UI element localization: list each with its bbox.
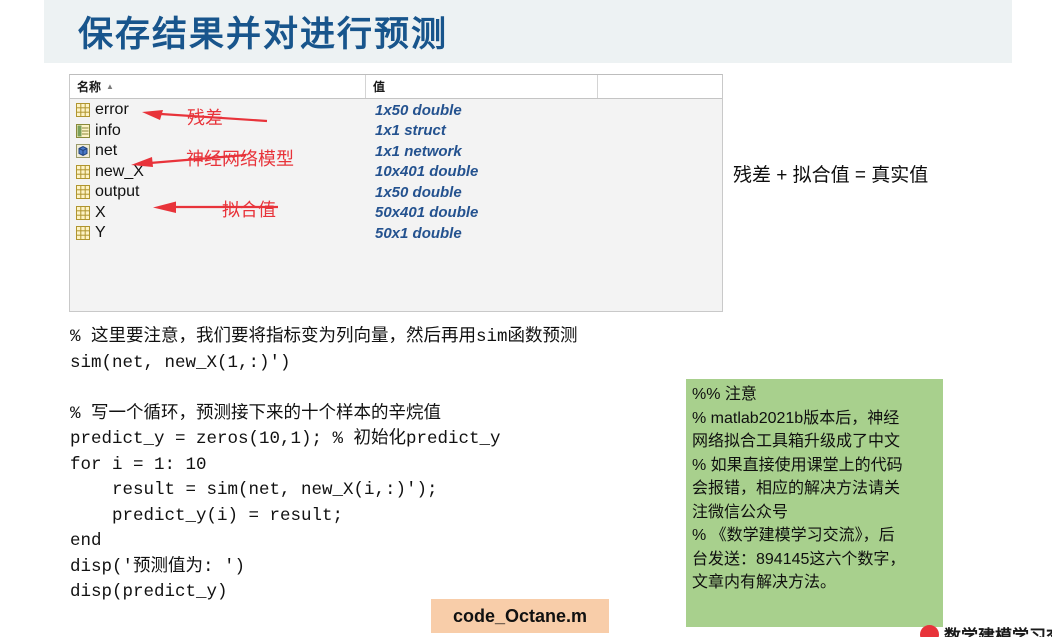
code-line: predict_y(i) = result; [70,505,344,526]
variable-value-cell: 1x1 network [375,142,462,160]
code-line: predict_y = zeros(10,1); % 初始化predict_y [70,429,501,449]
variable-name-label: net [95,142,118,160]
code-line: end [70,531,102,551]
matrix-icon [76,103,90,118]
variable-name-label: info [95,121,121,139]
page-title: 保存结果并对进行预测 [78,15,449,54]
note-line: % 《数学建模学习交流》，后 [692,527,895,544]
watermark: 数学建模学习交流 [920,622,1052,637]
code-line: for i = 1: 10 [70,454,207,475]
variable-value-cell: 1x1 struct [375,122,446,140]
variable-value-cell: 50x1 double [375,224,462,242]
column-header-name-label: 名称 [77,80,102,94]
note-line: 网络拟合工具箱升级成了中文 [692,433,901,450]
column-header-extra[interactable] [598,75,722,98]
note-line: 注微信公众号 [692,503,789,521]
matrix-icon [76,185,90,200]
sort-ascending-icon: ▲ [106,81,114,91]
matrix-icon [76,164,90,179]
code-line: disp(predict_y) [70,582,228,602]
column-header-name[interactable]: 名称 ▲ [70,75,366,98]
file-name-tag: code_Octane.m [431,599,609,633]
note-line: % matlab2021b版本后，神经 [692,409,900,427]
code-line: result = sim(net, new_X(i,:)'); [70,480,438,500]
workspace-table-header: 名称 ▲ 值 [70,75,722,99]
variable-name-cell: Y [70,224,366,242]
variable-name-cell: output [70,183,366,201]
struct-icon [76,123,90,138]
slide-canvas: 保存结果并对进行预测 名称 ▲ 值 error 1x50 double info 1x… [0,0,1052,637]
code-line: disp('预测值为: ') [70,556,246,577]
residual-equation-text: 残差 + 拟合值 = 真实值 [733,165,929,186]
variable-value-cell: 10x401 double [375,163,479,181]
note-line: % 如果直接使用课堂上的代码 [692,456,903,474]
code-line: % 写一个循环，预测接下来的十个样本的辛烷值 [70,403,442,424]
variable-name-label: error [95,101,129,119]
table-row[interactable]: Y 50x1 double [70,223,722,244]
matrix-icon [76,226,90,241]
note-line: 文章内有解决方法。 [692,574,837,591]
column-header-value[interactable]: 值 [366,75,598,98]
variable-value-cell: 1x50 double [375,101,462,119]
column-header-value-label: 值 [373,80,386,94]
annotation-label-net: 神经网络模型 [186,149,294,169]
annotation-label-error: 残差 [187,108,223,128]
variable-name-label: Y [95,224,106,242]
network-icon [76,144,90,159]
green-note-box: %% 注意 % matlab2021b版本后，神经 网络拟合工具箱升级成了中文 % 如… [686,379,943,627]
matlab-code-block: % 这里要注意，我们要将指标变为列向量，然后再用sim函数预测 sim(net, … [70,325,710,606]
watermark-label: 数学建模学习交流 [944,627,1052,637]
watermark-badge-icon [920,625,939,637]
annotation-label-output: 拟合值 [222,200,276,220]
variable-value-cell: 50x401 double [375,204,479,222]
note-line: %% 注意 [692,386,757,403]
variable-name-label: X [95,203,106,221]
matrix-icon [76,205,90,220]
note-line: 会报错，相应的解决方法请关 [692,480,901,497]
code-line: % 这里要注意，我们要将指标变为列向量，然后再用sim函数预测 [70,327,578,347]
code-line: sim(net, new_X(1,:)') [70,352,291,373]
variable-name-label: output [95,183,140,201]
variable-value-cell: 1x50 double [375,183,462,201]
note-line: 台发送：894145这六个数字， [692,550,906,568]
